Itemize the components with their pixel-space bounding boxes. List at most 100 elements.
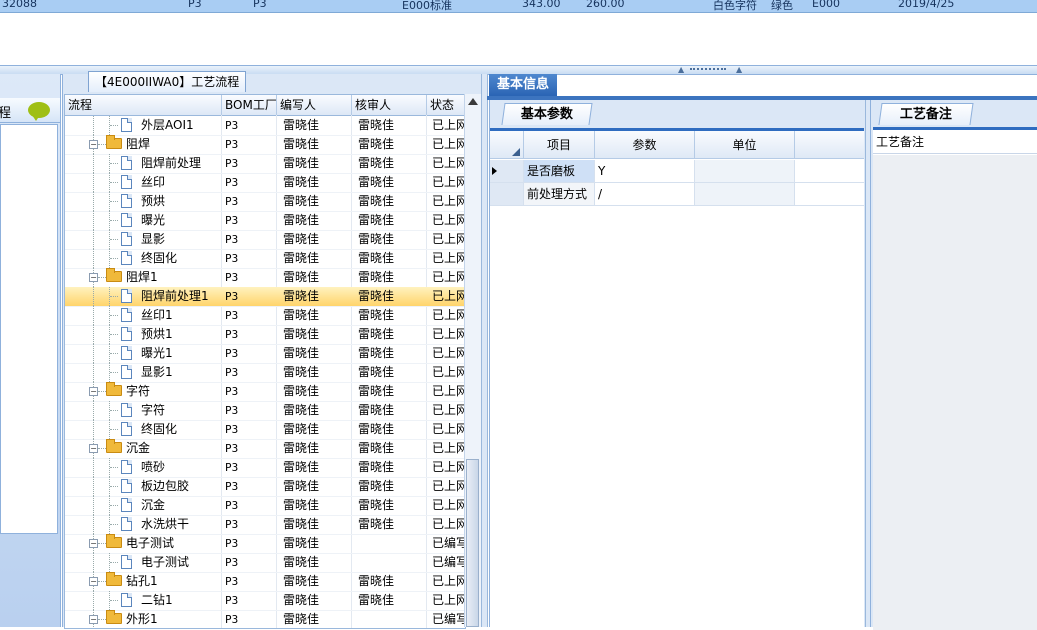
col-header-checker[interactable]: 核审人 <box>352 95 427 115</box>
checker-cell: 雷晓佳 <box>358 498 395 512</box>
tree-step-row[interactable]: 沉金 P3 雷晓佳 雷晓佳 已上网 <box>65 496 465 516</box>
collapse-up-icon[interactable]: ▲ <box>678 66 684 74</box>
bom-factory-cell: P3 <box>225 347 239 360</box>
collapse-toggle-icon[interactable]: − <box>89 387 98 396</box>
tree-vertical-scrollbar[interactable] <box>464 94 481 627</box>
checker-cell: 雷晓佳 <box>358 403 395 417</box>
tree-step-row[interactable]: 二钻1 P3 雷晓佳 雷晓佳 已上网 <box>65 591 465 611</box>
collapse-toggle-icon[interactable]: − <box>89 444 98 453</box>
tree-step-row[interactable]: 终固化 P3 雷晓佳 雷晓佳 已上网 <box>65 420 465 440</box>
checker-cell: 雷晓佳 <box>358 289 395 303</box>
top-cell: 32088 <box>2 0 37 10</box>
folder-icon <box>106 439 122 453</box>
param-value[interactable]: / <box>595 183 695 205</box>
document-icon <box>121 308 132 322</box>
collapse-toggle-icon[interactable]: − <box>89 273 98 282</box>
status-cell: 已上网 <box>432 175 465 189</box>
param-row[interactable]: 是否磨板 Y <box>490 160 864 183</box>
status-cell: 已上网 <box>432 460 465 474</box>
tree-node-label: 水洗烘干 <box>141 517 190 531</box>
tree-group-row[interactable]: − 沉金 P3 雷晓佳 雷晓佳 已上网 <box>65 439 465 459</box>
col-header-status[interactable]: 状态 <box>427 95 465 115</box>
tree-group-row[interactable]: − 钻孔1 P3 雷晓佳 雷晓佳 已上网 <box>65 572 465 592</box>
collapse-toggle-icon[interactable]: − <box>89 577 98 586</box>
left-panel-list[interactable] <box>0 124 58 534</box>
col-header-bom[interactable]: BOM工厂 <box>222 95 277 115</box>
tree-step-row[interactable]: 显影1 P3 雷晓佳 雷晓佳 已上网 <box>65 363 465 383</box>
tab-basic-info[interactable]: 基本信息 <box>489 74 557 96</box>
tree-step-row[interactable]: 外层AOI1 P3 雷晓佳 雷晓佳 已上网 <box>65 116 465 136</box>
checker-cell: 雷晓佳 <box>358 574 395 588</box>
tree-step-row[interactable]: 水洗烘干 P3 雷晓佳 雷晓佳 已上网 <box>65 515 465 535</box>
tree-group-row[interactable]: − 阻焊1 P3 雷晓佳 雷晓佳 已上网 <box>65 268 465 288</box>
tree-node-label: 沉金 <box>126 441 151 455</box>
bom-factory-cell: P3 <box>225 119 239 132</box>
tree-step-row[interactable]: 喷砂 P3 雷晓佳 雷晓佳 已上网 <box>65 458 465 478</box>
status-cell: 已上网 <box>432 441 465 455</box>
param-row[interactable]: 前处理方式 / <box>490 183 864 206</box>
tree-step-row[interactable]: 终固化 P3 雷晓佳 雷晓佳 已上网 <box>65 249 465 269</box>
top-cell: 343.00 <box>522 0 561 10</box>
collapse-toggle-icon[interactable]: − <box>89 140 98 149</box>
bom-factory-cell: P3 <box>225 385 239 398</box>
collapse-toggle-icon[interactable]: − <box>89 615 98 624</box>
checker-cell: 雷晓佳 <box>358 517 395 531</box>
tree-step-row[interactable]: 曝光1 P3 雷晓佳 雷晓佳 已上网 <box>65 344 465 364</box>
remarks-area[interactable] <box>873 155 1037 630</box>
bom-factory-cell: P3 <box>225 594 239 607</box>
folder-icon <box>106 534 122 548</box>
col-header-flow[interactable]: 流程 <box>65 95 222 115</box>
tree-node-label: 阻焊1 <box>126 270 158 284</box>
top-cell: P3 <box>253 0 267 10</box>
tab-remarks[interactable]: 工艺备注 <box>878 103 974 125</box>
splitter-grip-icon <box>690 68 726 72</box>
tree-step-row[interactable]: 阻焊前处理 P3 雷晓佳 雷晓佳 已上网 <box>65 154 465 174</box>
tree-group-row[interactable]: − 电子测试 P3 雷晓佳 已编写 <box>65 534 465 554</box>
tree-step-row[interactable]: 阻焊前处理1 P3 雷晓佳 雷晓佳 已上网 <box>65 287 465 307</box>
col-header-writer[interactable]: 编写人 <box>277 95 352 115</box>
remarks-body[interactable]: 工艺备注 <box>873 127 1037 630</box>
selected-order-row[interactable]: 32088 P3 P3 E000标准 343.00 260.00 白色字符 绿色… <box>0 0 1037 13</box>
param-value[interactable]: Y <box>595 160 695 182</box>
col-header-item[interactable]: 项目 <box>524 131 595 159</box>
bom-factory-cell: P3 <box>225 518 239 531</box>
tree-step-row[interactable]: 字符 P3 雷晓佳 雷晓佳 已上网 <box>65 401 465 421</box>
tree-group-row[interactable]: − 字符 P3 雷晓佳 雷晓佳 已上网 <box>65 382 465 402</box>
collapse-toggle-icon[interactable]: − <box>89 539 98 548</box>
scroll-thumb[interactable] <box>466 459 479 627</box>
writer-cell: 雷晓佳 <box>283 479 320 493</box>
comment-bubble-icon[interactable] <box>28 102 50 121</box>
param-unit <box>695 183 795 205</box>
top-cell: E000 <box>812 0 840 10</box>
row-indicator <box>490 183 524 205</box>
collapse-up-icon[interactable]: ▲ <box>736 66 742 74</box>
tab-basic-params[interactable]: 基本参数 <box>501 103 593 125</box>
tree-step-row[interactable]: 板边包胶 P3 雷晓佳 雷晓佳 已上网 <box>65 477 465 497</box>
tree-step-row[interactable]: 显影 P3 雷晓佳 雷晓佳 已上网 <box>65 230 465 250</box>
tree-step-row[interactable]: 电子测试 P3 雷晓佳 已编写 <box>65 553 465 573</box>
document-icon <box>121 498 132 512</box>
col-header-unit[interactable]: 单位 <box>695 131 795 159</box>
bom-factory-cell: P3 <box>225 404 239 417</box>
tree-step-row[interactable]: 丝印1 P3 雷晓佳 雷晓佳 已上网 <box>65 306 465 326</box>
tree-group-row[interactable]: − 外形1 P3 雷晓佳 已编写 <box>65 610 465 628</box>
bom-factory-cell: P3 <box>225 176 239 189</box>
process-tree-grid[interactable]: 流程 BOM工厂 编写人 核审人 状态 外层AOI1 P3 雷晓佳 雷晓佳 已上网 − 阻焊… <box>64 94 466 629</box>
checker-cell: 雷晓佳 <box>358 213 395 227</box>
tree-group-row[interactable]: − 阻焊 P3 雷晓佳 雷晓佳 已上网 <box>65 135 465 155</box>
tree-step-row[interactable]: 预烘 P3 雷晓佳 雷晓佳 已上网 <box>65 192 465 212</box>
tree-step-row[interactable]: 丝印 P3 雷晓佳 雷晓佳 已上网 <box>65 173 465 193</box>
bom-factory-cell: P3 <box>225 309 239 322</box>
row-pointer-icon <box>492 167 497 175</box>
vertical-splitter[interactable] <box>481 74 488 627</box>
scroll-up-icon[interactable] <box>468 98 478 105</box>
col-header-value[interactable]: 参数 <box>595 131 695 159</box>
process-flow-tab[interactable]: 【4E000IIWA0】工艺流程 <box>88 71 247 92</box>
tree-node-label: 钻孔1 <box>126 574 158 588</box>
tree-step-row[interactable]: 曝光 P3 雷晓佳 雷晓佳 已上网 <box>65 211 465 231</box>
col-header-filler <box>795 131 864 159</box>
bom-factory-cell: P3 <box>225 328 239 341</box>
tree-node-label: 字符 <box>141 403 166 417</box>
basic-params-grid[interactable]: 项目 参数 单位 是否磨板 Y 前处理方式 / <box>490 128 864 630</box>
tree-step-row[interactable]: 预烘1 P3 雷晓佳 雷晓佳 已上网 <box>65 325 465 345</box>
